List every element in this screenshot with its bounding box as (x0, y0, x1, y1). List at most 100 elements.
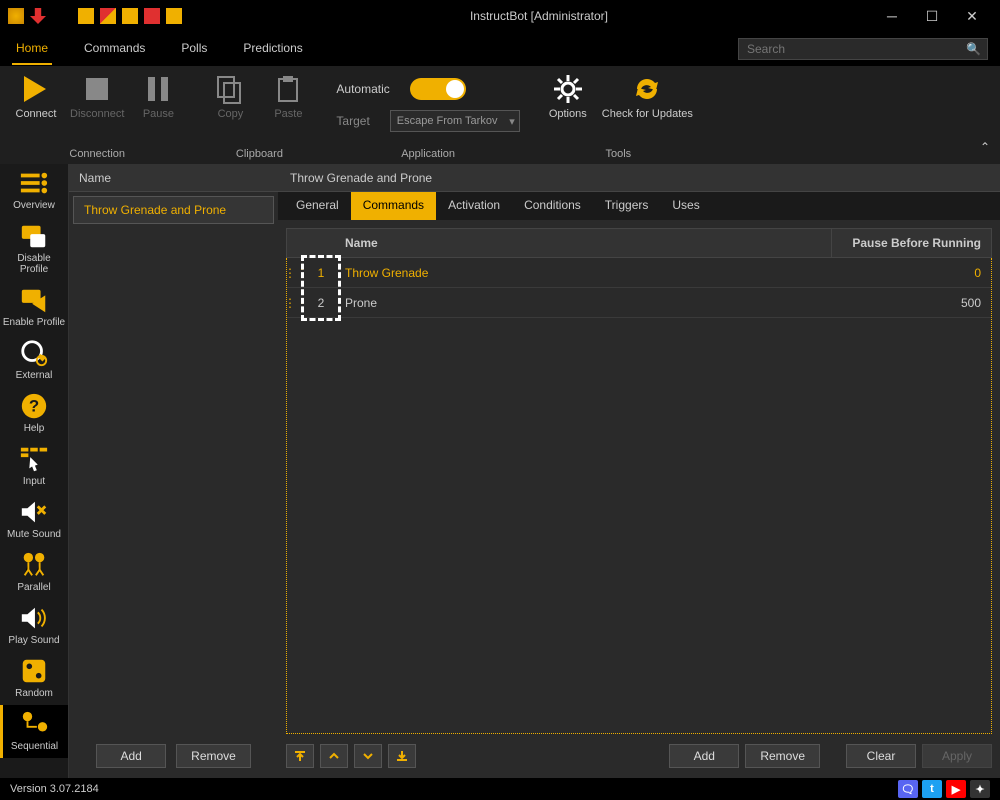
ribbon-group-clipboard: Clipboard (206, 146, 312, 162)
app-logo-icon[interactable]: ✦ (970, 780, 990, 798)
tb-icon-4[interactable] (144, 8, 160, 24)
titlebar: InstructBot [Administrator] ─ ☐ ✕ (0, 0, 1000, 32)
sidebar-item-input[interactable]: Input (0, 440, 68, 493)
subtab-conditions[interactable]: Conditions (512, 192, 593, 220)
row-name: Throw Grenade (337, 266, 851, 280)
target-dropdown[interactable]: Escape From Tarkov ▾ (390, 110, 520, 132)
youtube-icon[interactable]: ▶ (946, 780, 966, 798)
sidebar-item-overview[interactable]: Overview (0, 164, 68, 217)
content-pane: Throw Grenade and Prone GeneralCommandsA… (278, 164, 1000, 778)
ribbon-paste: Paste (264, 72, 312, 120)
subtab-commands[interactable]: Commands (351, 192, 436, 220)
content-remove-button[interactable]: Remove (745, 744, 820, 768)
sidebar-item-enable-profile[interactable]: Enable Profile (0, 281, 68, 334)
move-top-button[interactable] (286, 744, 314, 768)
row-pause: 0 (851, 266, 991, 280)
ribbon-group-tools: Tools (544, 146, 693, 162)
ribbon-pause: Pause (134, 72, 182, 120)
options-icon (551, 72, 585, 106)
content-title: Throw Grenade and Prone (278, 164, 1000, 192)
list-remove-button[interactable]: Remove (176, 744, 251, 768)
search-input[interactable] (747, 42, 979, 56)
table-row[interactable]: ⋮⋮2Prone500 (287, 288, 991, 318)
ribbon-collapse-icon[interactable]: ⌃ (980, 140, 990, 154)
pause-icon (141, 72, 175, 106)
minimize-button[interactable]: ─ (872, 0, 912, 32)
content-apply-button[interactable]: Apply (922, 744, 992, 768)
check-for-updates-icon (630, 72, 664, 106)
table-row[interactable]: ⋮⋮1Throw Grenade0 (287, 258, 991, 288)
search-icon: 🔍 (966, 42, 981, 56)
target-value: Escape From Tarkov (397, 115, 498, 127)
table-body: ⋮⋮1Throw Grenade0⋮⋮2Prone500 (286, 258, 992, 734)
sidebar-item-external[interactable]: External (0, 334, 68, 387)
maximize-button[interactable]: ☐ (912, 0, 952, 32)
move-up-button[interactable] (320, 744, 348, 768)
input-icon (18, 444, 50, 474)
subtab-uses[interactable]: Uses (660, 192, 711, 220)
list-item[interactable]: Throw Grenade and Prone (73, 196, 274, 224)
help-icon: ? (18, 391, 50, 421)
target-label: Target (336, 114, 369, 128)
sidebar-item-play-sound[interactable]: Play Sound (0, 599, 68, 652)
twitter-icon[interactable]: t (922, 780, 942, 798)
subtab-activation[interactable]: Activation (436, 192, 512, 220)
play-sound-icon (18, 603, 50, 633)
nav-tab-predictions[interactable]: Predictions (239, 33, 306, 65)
search-box[interactable]: 🔍 (738, 38, 988, 60)
enable-profile-icon (18, 285, 50, 315)
tb-icon-5[interactable] (166, 8, 182, 24)
external-icon (18, 338, 50, 368)
row-number: 1 (305, 266, 337, 280)
nav-tab-polls[interactable]: Polls (177, 33, 211, 65)
copy-icon (213, 72, 247, 106)
tb-icon-1[interactable] (78, 8, 94, 24)
sidebar-item-random[interactable]: Random (0, 652, 68, 705)
move-down-button[interactable] (354, 744, 382, 768)
sidebar-item-sequential[interactable]: Sequential (0, 705, 68, 758)
ribbon-check-for-updates[interactable]: Check for Updates (602, 72, 693, 120)
window-title: InstructBot [Administrator] (206, 9, 872, 23)
tb-icon-3[interactable] (122, 8, 138, 24)
ribbon-group-application: Application (336, 146, 519, 162)
list-add-button[interactable]: Add (96, 744, 166, 768)
col-name: Name (337, 236, 831, 250)
drag-handle-icon[interactable]: ⋮⋮ (287, 296, 305, 310)
ribbon: ConnectDisconnectPause Connection CopyPa… (0, 66, 1000, 164)
parallel-icon (18, 550, 50, 580)
overview-icon (18, 168, 50, 198)
ribbon-group-connection: Connection (12, 146, 182, 162)
plug-icon (30, 8, 46, 24)
table-header: Name Pause Before Running (286, 228, 992, 258)
content-add-button[interactable]: Add (669, 744, 739, 768)
nav-tab-home[interactable]: Home (12, 33, 52, 65)
sidebar-item-disable-profile[interactable]: Disable Profile (0, 217, 68, 281)
disconnect-icon (80, 72, 114, 106)
sidebar-item-help[interactable]: ?Help (0, 387, 68, 440)
tb-icon-2[interactable] (100, 8, 116, 24)
version-label: Version 3.07.2184 (10, 783, 99, 795)
drag-handle-icon[interactable]: ⋮⋮ (287, 266, 305, 280)
move-bottom-button[interactable] (388, 744, 416, 768)
content-clear-button[interactable]: Clear (846, 744, 916, 768)
subtab-general[interactable]: General (284, 192, 351, 220)
automatic-label: Automatic (336, 82, 389, 96)
nav-tab-commands[interactable]: Commands (80, 33, 149, 65)
command-list-pane: Name Throw Grenade and Prone Add Remove (68, 164, 278, 778)
automatic-toggle[interactable] (410, 78, 466, 100)
sequential-icon (19, 709, 51, 739)
close-button[interactable]: ✕ (952, 0, 992, 32)
sidebar-item-parallel[interactable]: Parallel (0, 546, 68, 599)
row-number: 2 (305, 296, 337, 310)
ribbon-disconnect: Disconnect (70, 72, 124, 120)
ribbon-connect[interactable]: Connect (12, 72, 60, 120)
discord-icon[interactable]: 🗨 (898, 780, 918, 798)
ribbon-options[interactable]: Options (544, 72, 592, 120)
subtabs: GeneralCommandsActivationConditionsTrigg… (278, 192, 1000, 220)
paste-icon (271, 72, 305, 106)
list-header: Name (69, 164, 278, 192)
col-pause: Pause Before Running (831, 229, 991, 257)
random-icon (18, 656, 50, 686)
subtab-triggers[interactable]: Triggers (593, 192, 661, 220)
sidebar-item-mute-sound[interactable]: Mute Sound (0, 493, 68, 546)
